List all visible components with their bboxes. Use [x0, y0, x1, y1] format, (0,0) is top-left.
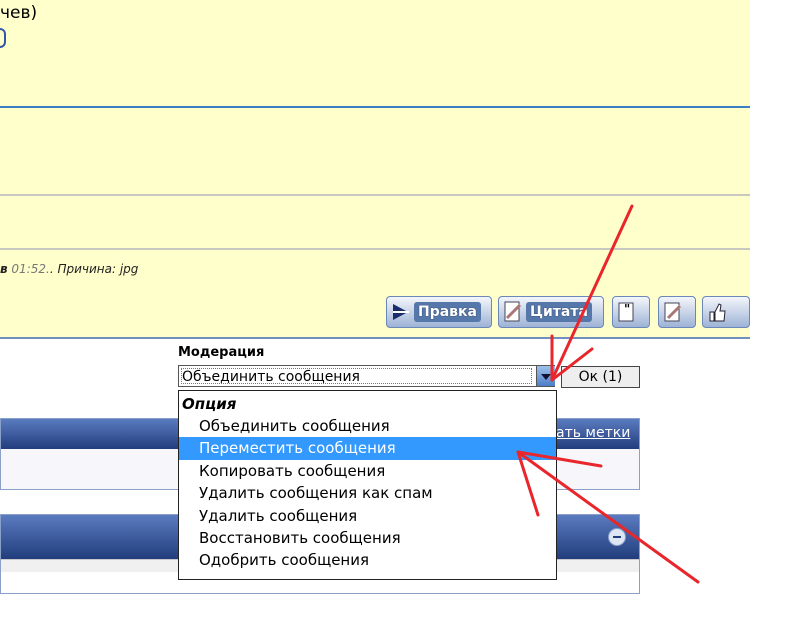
- multiquote-button[interactable]: ": [612, 296, 650, 328]
- edit-reason: . Причина: jpg: [49, 262, 139, 276]
- svg-text:": ": [624, 302, 630, 316]
- quote-button[interactable]: Цитата: [498, 296, 604, 328]
- option-delete[interactable]: Удалить сообщения: [179, 505, 556, 527]
- quote-button-label: Цитата: [526, 302, 592, 322]
- smiley-icon: [0, 28, 6, 48]
- multiquote-icon: ": [618, 302, 634, 322]
- edit-time: 01:52.: [11, 262, 50, 276]
- divider: [0, 337, 750, 339]
- quote-icon: [504, 301, 522, 322]
- chevron-down-icon[interactable]: [536, 366, 555, 386]
- option-move[interactable]: Переместить сообщения: [179, 437, 556, 460]
- quick-reply-button[interactable]: [658, 296, 696, 328]
- moderation-dropdown-list: Опция Объединить сообщения Переместить с…: [178, 390, 557, 580]
- option-approve[interactable]: Одобрить сообщения: [179, 549, 556, 571]
- option-restore[interactable]: Восстановить сообщения: [179, 527, 556, 549]
- thumbs-up-icon: [709, 303, 726, 322]
- tags-link[interactable]: ать метки: [556, 425, 630, 441]
- collapse-icon[interactable]: [608, 528, 626, 546]
- post-body: чев) в 01:52.. Причина: jpg: [0, 0, 750, 338]
- option-delete-spam[interactable]: Удалить сообщения как спам: [179, 482, 556, 504]
- note-icon: [664, 302, 682, 322]
- moderation-selected-value: Объединить сообщения: [182, 369, 360, 385]
- option-merge[interactable]: Объединить сообщения: [179, 415, 556, 437]
- edit-note: в 01:52.. Причина: jpg: [0, 262, 138, 276]
- thanks-button[interactable]: [702, 296, 750, 328]
- divider: [0, 106, 750, 108]
- pen-icon: [393, 304, 409, 320]
- option-group-label: Опция: [182, 395, 237, 413]
- post-text: чев): [0, 3, 38, 23]
- edit-button-label: Правка: [414, 302, 481, 322]
- option-copy[interactable]: Копировать сообщения: [179, 460, 556, 482]
- moderation-label: Модерация: [178, 345, 265, 360]
- moderation-select[interactable]: Объединить сообщения: [178, 365, 555, 387]
- ok-button[interactable]: Ок (1): [561, 366, 640, 388]
- edit-button[interactable]: Правка: [386, 296, 492, 328]
- divider: [0, 248, 750, 250]
- divider: [0, 194, 750, 196]
- edit-note-prefix: в: [0, 262, 8, 276]
